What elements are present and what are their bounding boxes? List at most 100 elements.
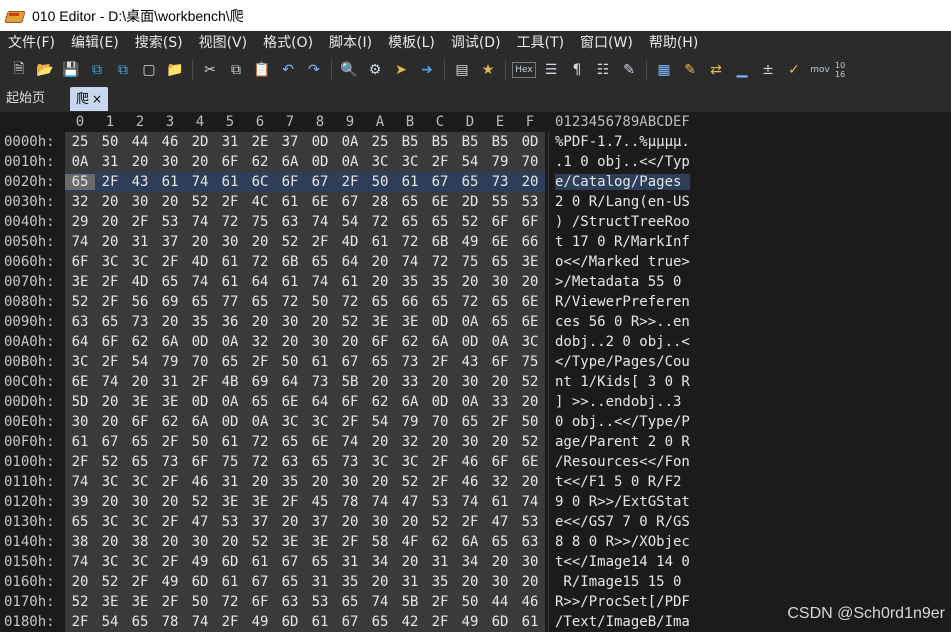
hex-byte[interactable]: 53 [215,514,245,530]
hex-byte[interactable]: 69 [155,294,185,310]
ascii-text[interactable]: ] >>..endobj..3 [555,394,690,410]
hex-byte[interactable]: 32 [395,434,425,450]
hex-byte[interactable]: 31 [335,554,365,570]
hex-byte[interactable]: 2F [95,274,125,290]
hex-byte[interactable]: 61 [275,194,305,210]
hex-byte[interactable]: 6B [425,234,455,250]
hex-byte[interactable]: 20 [95,214,125,230]
hex-byte[interactable]: 61 [305,354,335,370]
hex-byte[interactable]: 20 [155,534,185,550]
hex-byte[interactable]: 6E [275,394,305,410]
hex-byte[interactable]: 49 [185,554,215,570]
hex-byte[interactable]: 66 [515,234,545,250]
hex-byte[interactable]: 54 [95,614,125,630]
hex-byte[interactable]: 6A [185,414,215,430]
hex-byte[interactable]: 30 [65,414,95,430]
hex-byte[interactable]: 35 [275,474,305,490]
hex-byte[interactable]: 67 [275,554,305,570]
hex-byte[interactable]: 32 [245,334,275,350]
hex-byte[interactable]: 2F [425,614,455,630]
hex-byte[interactable]: 6F [245,594,275,610]
hex-byte[interactable]: 61 [245,554,275,570]
hex-byte[interactable]: 30 [215,234,245,250]
hex-byte[interactable]: 74 [185,214,215,230]
hex-byte[interactable]: 63 [275,594,305,610]
hex-byte[interactable]: 2D [455,194,485,210]
hex-byte[interactable]: 2F [125,214,155,230]
pilcrow-icon[interactable]: ¶ [566,59,588,81]
hex-byte[interactable]: 35 [425,574,455,590]
hex-byte[interactable]: 46 [185,474,215,490]
hex-byte[interactable]: 62 [125,334,155,350]
hex-byte[interactable]: 46 [455,474,485,490]
calculator-icon[interactable]: ▦ [653,59,675,81]
ascii-text[interactable]: </Type/Pages/Cou [555,354,690,370]
hex-byte[interactable]: 6A [425,334,455,350]
hex-byte[interactable]: 2D [185,134,215,150]
ascii-text[interactable]: age/Parent 2 0 R [555,434,690,450]
hex-byte[interactable]: 3C [125,554,155,570]
ascii-text[interactable]: R/Image15 15 0 [555,574,690,590]
hex-byte[interactable]: 64 [65,334,95,350]
hex-byte[interactable]: 20 [245,234,275,250]
hex-byte[interactable]: 6F [65,254,95,270]
menu-item[interactable]: 调试(D) [443,31,509,55]
hex-byte[interactable]: 2F [65,614,95,630]
hex-byte[interactable]: 3E [395,314,425,330]
ascii-text[interactable]: t<</Image14 14 0 [555,554,690,570]
hex-byte[interactable]: 20 [245,314,275,330]
hex-byte[interactable]: 65 [95,314,125,330]
hex-byte[interactable]: 52 [515,434,545,450]
close-file-icon[interactable]: ▢ [138,59,160,81]
hex-byte[interactable]: 65 [65,514,95,530]
hex-byte[interactable]: 5B [335,374,365,390]
ascii-text[interactable]: ) /StructTreeRoo [555,214,690,230]
hex-byte[interactable]: 61 [155,174,185,190]
hex-byte[interactable]: 65 [485,254,515,270]
hex-byte[interactable]: 52 [95,454,125,470]
hex-byte[interactable]: 72 [425,254,455,270]
hex-byte[interactable]: 30 [455,374,485,390]
hex-byte[interactable]: 6D [215,554,245,570]
hex-byte[interactable]: 31 [215,474,245,490]
hex-byte[interactable]: 31 [395,574,425,590]
menu-item[interactable]: 搜索(S) [127,31,191,55]
ascii-text[interactable]: 8 8 0 R>>/XObjec [555,534,690,550]
open-folder-icon[interactable]: 📁 [164,59,186,81]
hex-byte[interactable]: 3E [215,494,245,510]
hex-byte[interactable]: 20 [155,314,185,330]
hex-byte[interactable]: 61 [395,174,425,190]
hex-byte[interactable]: 0D [305,154,335,170]
goto-icon[interactable]: ➜ [416,59,438,81]
hex-byte[interactable]: 43 [455,354,485,370]
hex-byte[interactable]: 2F [155,514,185,530]
hex-byte[interactable]: 73 [485,174,515,190]
hex-byte[interactable]: 0D [215,414,245,430]
hex-byte[interactable]: 74 [335,434,365,450]
hex-byte[interactable]: 73 [305,374,335,390]
hex-byte[interactable]: 31 [95,154,125,170]
hex-byte[interactable]: 20 [365,434,395,450]
ascii-text[interactable]: ces 56 0 R>>..en [555,314,690,330]
hex-byte[interactable]: 67 [425,174,455,190]
hex-byte[interactable]: 37 [245,514,275,530]
hex-byte[interactable]: 54 [125,354,155,370]
hex-byte[interactable]: 20 [365,574,395,590]
hex-byte[interactable]: 2F [335,414,365,430]
hex-byte[interactable]: 2F [335,534,365,550]
hex-byte[interactable]: 2F [185,374,215,390]
hex-byte[interactable]: 67 [335,354,365,370]
hex-byte[interactable]: 62 [245,154,275,170]
hex-byte[interactable]: 20 [155,494,185,510]
ascii-text[interactable]: e<</GS7 7 0 R/GS [555,514,690,530]
hex-byte[interactable]: 49 [155,574,185,590]
histogram-icon[interactable]: ▁ [731,59,753,81]
find-icon[interactable]: 🔍 [338,59,360,81]
hex-byte[interactable]: 65 [455,174,485,190]
hex-byte[interactable]: 66 [395,294,425,310]
hex-byte[interactable]: 6D [485,614,515,630]
hex-byte[interactable]: 6F [185,454,215,470]
hex-byte[interactable]: 6E [65,374,95,390]
ascii-text[interactable]: R/ViewerPreferen [555,294,690,310]
hex-byte[interactable]: 20 [275,514,305,530]
